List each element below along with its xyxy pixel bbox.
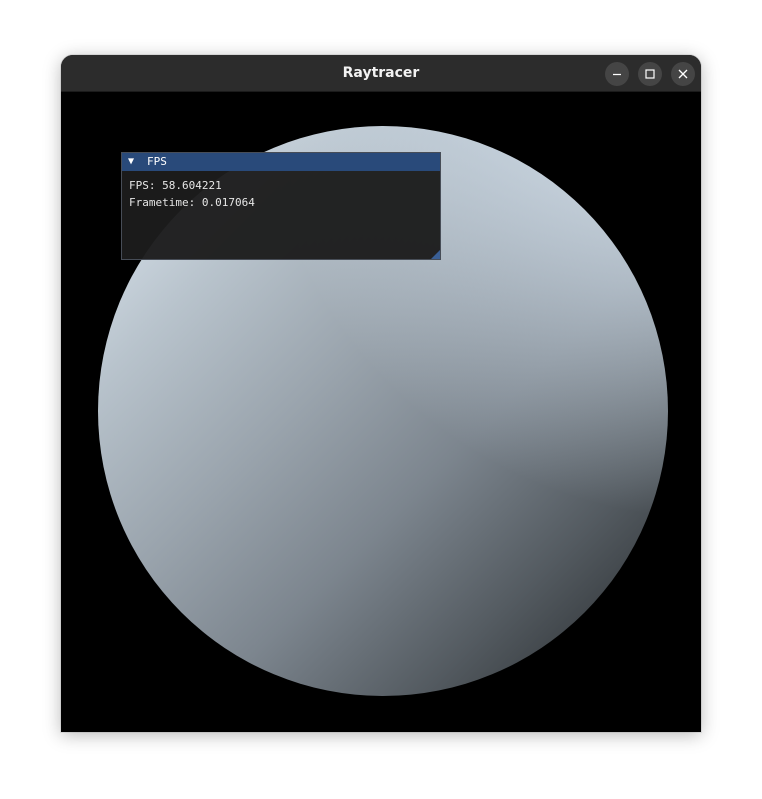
title-bar[interactable]: Raytracer	[61, 55, 701, 92]
close-button[interactable]	[671, 62, 695, 86]
app-window: Raytracer ▼ FPS FPS: 58.604221 Frametime…	[61, 55, 701, 732]
maximize-icon	[645, 69, 655, 79]
fps-readout: FPS: 58.604221	[129, 179, 222, 192]
fps-panel-title: FPS	[147, 155, 167, 168]
fps-panel-header[interactable]: ▼ FPS	[122, 153, 440, 171]
minimize-icon	[613, 73, 621, 76]
render-viewport[interactable]: ▼ FPS FPS: 58.604221 Frametime: 0.017064	[61, 92, 701, 732]
fps-overlay-panel[interactable]: ▼ FPS FPS: 58.604221 Frametime: 0.017064	[121, 152, 441, 260]
maximize-button[interactable]	[638, 62, 662, 86]
close-icon	[678, 69, 688, 79]
resize-grip[interactable]	[431, 250, 440, 259]
minimize-button[interactable]	[605, 62, 629, 86]
collapse-arrow-icon[interactable]: ▼	[128, 153, 134, 171]
frametime-readout: Frametime: 0.017064	[129, 196, 255, 209]
